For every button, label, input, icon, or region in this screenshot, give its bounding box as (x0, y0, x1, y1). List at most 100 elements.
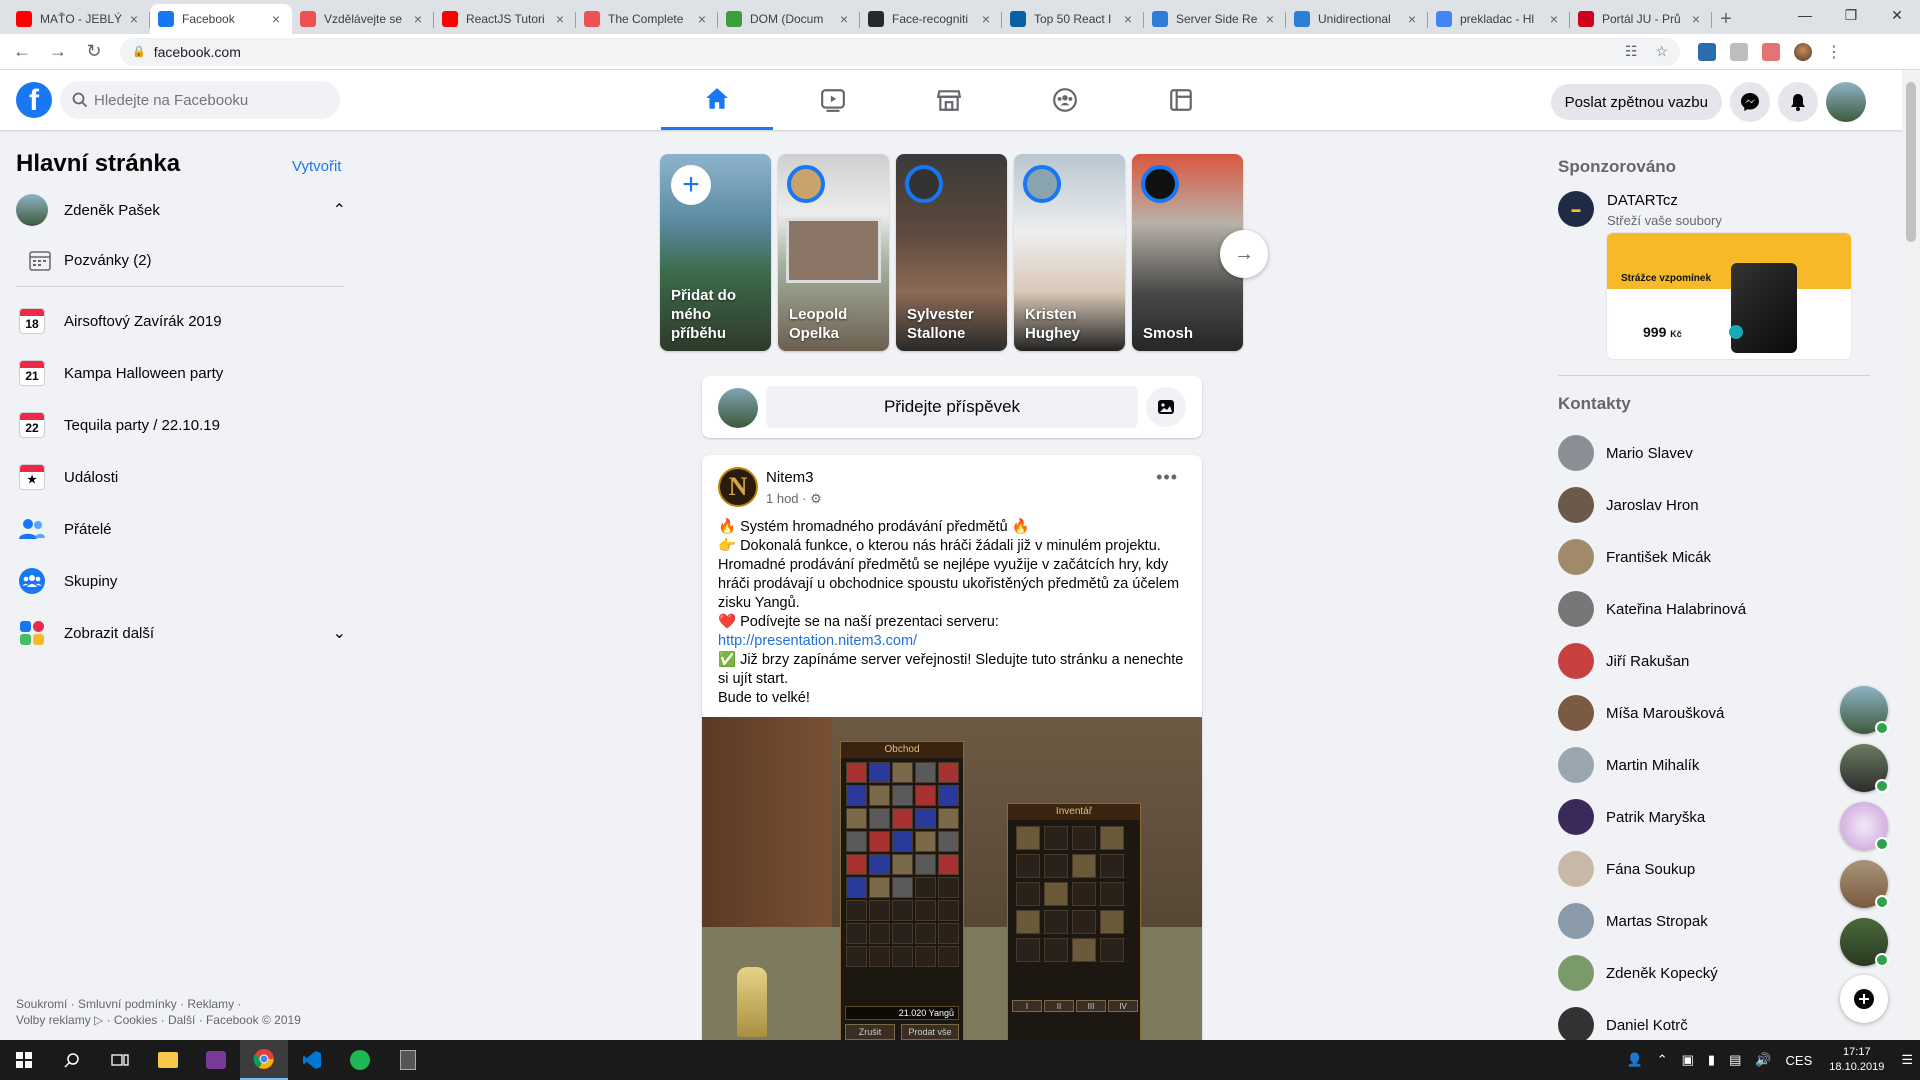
inventory-slot[interactable] (1072, 910, 1096, 934)
sidebar-item-more[interactable]: Zobrazit další ⌄ (16, 609, 346, 657)
network-icon[interactable]: ▤ (1729, 1052, 1741, 1068)
feedback-button[interactable]: Poslat zpětnou vazbu (1550, 84, 1722, 120)
back-icon[interactable]: ← (8, 38, 36, 66)
inventory-slot[interactable] (1072, 938, 1096, 962)
contact-item[interactable]: Martas Stropak (1558, 901, 1708, 941)
shop-item-slot[interactable] (915, 785, 936, 806)
shop-item-slot[interactable] (892, 900, 913, 921)
sidebar-item-events[interactable]: ★ Události (16, 453, 346, 501)
shop-item-slot[interactable] (892, 877, 913, 898)
shop-item-slot[interactable] (869, 923, 890, 944)
inventory-slot[interactable] (1016, 826, 1040, 850)
new-message-button[interactable] (1840, 975, 1888, 1023)
ad-image[interactable]: Strážce vzpomínek 999 Kč (1607, 233, 1851, 359)
contact-item[interactable]: Fána Soukup (1558, 849, 1695, 889)
antivirus-icon[interactable]: ▣ (1682, 1052, 1694, 1068)
browser-tab[interactable]: DOM (Docum × (718, 4, 860, 34)
shop-item-slot[interactable] (938, 808, 959, 829)
scrollbar-thumb[interactable] (1906, 82, 1916, 242)
browser-tab[interactable]: Facebook × (150, 4, 292, 34)
browser-tab[interactable]: Top 50 React I × (1002, 4, 1144, 34)
reload-icon[interactable]: ↻ (80, 38, 108, 66)
browser-tab[interactable]: Face-recogniti × (860, 4, 1002, 34)
chat-head-avatar[interactable] (1840, 860, 1889, 909)
notification-center-icon[interactable]: ☰ (1901, 1052, 1913, 1068)
volume-icon[interactable]: 🔊 (1755, 1052, 1771, 1068)
shop-item-slot[interactable] (846, 946, 867, 967)
close-tab-icon[interactable]: × (1120, 11, 1136, 27)
ad-logo[interactable]: ▬ (1558, 191, 1594, 227)
shop-item-slot[interactable] (846, 831, 867, 852)
page-avatar[interactable]: N (718, 467, 758, 507)
shop-item-slot[interactable] (846, 900, 867, 921)
shop-item-slot[interactable] (892, 854, 913, 875)
search-icon[interactable] (48, 1040, 96, 1080)
shop-item-slot[interactable] (938, 854, 959, 875)
facebook-logo-icon[interactable]: f (16, 82, 52, 118)
shop-item-slot[interactable] (915, 900, 936, 921)
profile-avatar[interactable] (1794, 42, 1812, 61)
maximize-icon[interactable]: ❐ (1828, 0, 1874, 30)
language-indicator[interactable]: CES (1786, 1053, 1813, 1068)
inventory-slot[interactable] (1044, 910, 1068, 934)
chevron-up-icon[interactable]: ⌃ (333, 200, 346, 220)
story-card[interactable]: Sylvester Stallone (896, 154, 1007, 351)
close-tab-icon[interactable]: × (268, 11, 284, 27)
close-tab-icon[interactable]: × (694, 11, 710, 27)
story-card-add[interactable]: + Přidat do mého příběhu (660, 154, 771, 351)
shop-item-slot[interactable] (869, 831, 890, 852)
inventory-slot[interactable] (1044, 854, 1068, 878)
person-icon[interactable]: 👤 (1627, 1052, 1643, 1068)
cancel-button[interactable]: Zrušit (845, 1024, 895, 1040)
inventory-slot[interactable] (1044, 826, 1068, 850)
shop-item-slot[interactable] (938, 785, 959, 806)
chrome-menu-icon[interactable]: ⋮ (1826, 42, 1842, 62)
sidebar-item-friends[interactable]: Přátelé (16, 505, 346, 553)
inventory-slot[interactable] (1100, 854, 1124, 878)
shop-item-slot[interactable] (915, 831, 936, 852)
inventory-tab[interactable]: III (1076, 1000, 1106, 1012)
notifications-button[interactable] (1778, 82, 1818, 122)
browser-tab[interactable]: The Complete × (576, 4, 718, 34)
chat-head-avatar[interactable] (1840, 802, 1889, 851)
shop-item-slot[interactable] (915, 808, 936, 829)
inventory-slot[interactable] (1072, 826, 1096, 850)
close-tab-icon[interactable]: × (1546, 11, 1562, 27)
extension-icon[interactable] (1698, 42, 1716, 61)
messenger-button[interactable] (1730, 82, 1770, 122)
app-icon[interactable] (192, 1040, 240, 1080)
post-timestamp[interactable]: 1 hod · ⚙ (766, 491, 822, 507)
sidebar-event-item[interactable]: 22 Tequila party / 22.10.19 (16, 401, 346, 449)
sidebar-item-profile[interactable]: Zdeněk Pašek ⌃ (16, 186, 346, 234)
windows-start-icon[interactable] (0, 1040, 48, 1080)
inventory-slot[interactable] (1016, 882, 1040, 906)
new-tab-button[interactable]: + (1712, 4, 1740, 34)
story-card[interactable]: Leopold Opelka (778, 154, 889, 351)
task-view-icon[interactable] (96, 1040, 144, 1080)
contact-item[interactable]: Martin Mihalík (1558, 745, 1699, 785)
contact-item[interactable]: Jaroslav Hron (1558, 485, 1699, 525)
close-tab-icon[interactable]: × (552, 11, 568, 27)
file-explorer-icon[interactable] (144, 1040, 192, 1080)
tab-watch[interactable] (777, 70, 889, 130)
shop-item-slot[interactable] (892, 785, 913, 806)
inventory-slot[interactable] (1100, 826, 1124, 850)
stories-next-button[interactable]: → (1220, 230, 1268, 278)
shop-item-slot[interactable] (869, 900, 890, 921)
bookmark-star-icon[interactable]: ☆ (1655, 43, 1668, 60)
inventory-slot[interactable] (1100, 938, 1124, 962)
browser-tab[interactable]: MAŤO - JEBLÝ × (8, 4, 150, 34)
inventory-slot[interactable] (1100, 910, 1124, 934)
chevron-up-icon[interactable]: ⌃ (1657, 1052, 1668, 1068)
clock[interactable]: 17:17 18.10.2019 (1829, 1045, 1884, 1075)
search-input[interactable] (94, 91, 314, 109)
tab-gaming[interactable] (1125, 70, 1237, 130)
forward-icon[interactable]: → (44, 38, 72, 66)
battery-icon[interactable]: ▮ (1708, 1052, 1715, 1068)
url-input[interactable]: 🔒 facebook.com ☷ ☆ (120, 37, 1680, 66)
shop-item-slot[interactable] (846, 762, 867, 783)
sidebar-item-invitations[interactable]: Pozvánky (2) (16, 236, 346, 284)
story-card[interactable]: Kristen Hughey (1014, 154, 1125, 351)
contact-item[interactable]: Míša Maroušková (1558, 693, 1724, 733)
contact-item[interactable]: Patrik Maryška (1558, 797, 1705, 837)
